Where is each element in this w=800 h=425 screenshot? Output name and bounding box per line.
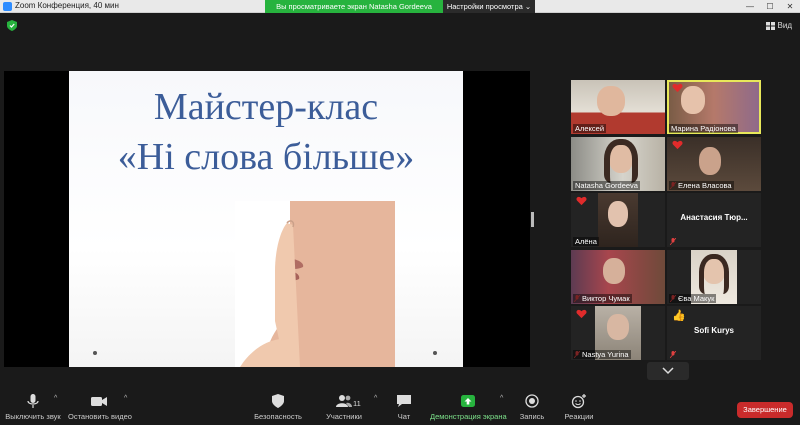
participants-count: 11 [353, 399, 361, 408]
participant-name: Виктор Чумак [573, 294, 632, 303]
video-options-caret[interactable]: ^ [124, 395, 127, 402]
maximize-button[interactable]: ☐ [760, 0, 780, 13]
smiley-plus-icon [571, 394, 586, 409]
viewing-screen-label: Вы просматриваете экран Natasha Gordeeva [265, 0, 443, 13]
gallery-view-toggle[interactable]: Вид [765, 21, 792, 30]
reactions-button[interactable]: Реакции [563, 387, 595, 425]
thumbs-up-reaction-icon: 👍 [672, 310, 686, 322]
participant-face [603, 258, 625, 284]
participant-tile[interactable]: Natasha Gordeeva [571, 137, 665, 191]
chat-label: Чат [397, 412, 411, 421]
participant-tile[interactable]: Алексей [571, 80, 665, 134]
mute-button[interactable]: Выключить звук [4, 387, 62, 425]
record-label: Запись [519, 412, 545, 421]
shield-icon [272, 394, 284, 408]
participant-name-center: Анастасия Тюр... [680, 213, 748, 222]
participants-label: Участники [326, 412, 362, 421]
microphone-icon [27, 394, 39, 408]
mute-label: Выключить звук [5, 412, 61, 421]
reactions-label: Реакции [564, 412, 594, 421]
heart-reaction-icon [672, 140, 683, 150]
window-title: Zoom Конференция, 40 мин [15, 1, 119, 10]
slide-title-line1: Майстер-клас [153, 86, 379, 128]
window-controls: — ☐ ✕ [740, 0, 800, 13]
slide-dot-left [93, 351, 97, 355]
participant-name-center: Sofi Kurys [693, 326, 734, 335]
share-screen-button[interactable]: Демонстрация экрана [430, 387, 507, 425]
shush-face-image [235, 201, 395, 367]
next-page-button[interactable] [647, 362, 689, 380]
participant-face [597, 86, 625, 116]
view-options-button[interactable]: Настройки просмотра ⌄ [443, 0, 535, 13]
share-options-caret[interactable]: ^ [500, 395, 503, 402]
grid-icon [765, 21, 775, 30]
participant-tile[interactable]: Виктор Чумак [571, 250, 665, 304]
participant-name: Єва Макук [669, 294, 717, 303]
encryption-shield-icon[interactable] [7, 20, 17, 31]
participant-tile-video-off[interactable]: Анастасия Тюр... [667, 193, 761, 247]
participant-name: Nastya Yurina [573, 350, 631, 359]
video-camera-icon [91, 397, 107, 406]
security-button[interactable]: Безопасность [252, 387, 304, 425]
share-screen-label: Демонстрация экрана [430, 412, 507, 421]
participant-tile[interactable]: Алёна [571, 193, 665, 247]
minimize-button[interactable]: — [740, 0, 760, 13]
presentation-slide: Майстер-клас «Ні слова більше» [69, 71, 463, 367]
participant-name: Алексей [573, 124, 607, 133]
record-icon [525, 394, 539, 408]
stop-video-label: Остановить видео [68, 412, 132, 421]
participant-face [607, 314, 629, 340]
heart-reaction-icon [576, 196, 587, 206]
chevron-down-icon [662, 367, 674, 375]
participant-tile[interactable]: Єва Макук [667, 250, 761, 304]
heart-reaction-icon [672, 83, 683, 93]
chat-button[interactable]: Чат [392, 387, 416, 425]
participant-tile[interactable]: Nastya Yurina [571, 306, 665, 360]
participant-face [699, 147, 721, 175]
participant-hair [699, 254, 729, 294]
stop-video-button[interactable]: Остановить видео [68, 387, 132, 425]
meeting-toolbar: Выключить звук ^ Остановить видео ^ Безо… [0, 387, 800, 425]
participant-name: Марина Радіонова [669, 124, 738, 133]
slide-title-line2: «Ні слова більше» [117, 136, 415, 178]
mic-muted-icon [670, 351, 676, 358]
mic-muted-icon [670, 238, 676, 245]
people-icon [336, 395, 352, 407]
zoom-window: Zoom Конференция, 40 мин — ☐ ✕ Вы просма… [0, 0, 800, 425]
participant-name: Елена Власова [669, 181, 734, 190]
heart-reaction-icon [576, 309, 587, 319]
record-button[interactable]: Запись [516, 387, 548, 425]
participant-tile-active-speaker[interactable]: Марина Радіонова [667, 80, 761, 134]
gallery-view-label: Вид [777, 21, 792, 30]
close-button[interactable]: ✕ [780, 0, 800, 13]
participant-face [608, 201, 628, 227]
participant-hair [604, 139, 638, 183]
participant-tile[interactable]: Елена Власова [667, 137, 761, 191]
participant-name: Алёна [573, 237, 599, 246]
participant-face [681, 86, 705, 114]
security-label: Безопасность [254, 412, 302, 421]
participant-name: Natasha Gordeeva [573, 181, 640, 190]
share-screen-icon [461, 395, 475, 407]
share-banner: Вы просматриваете экран Natasha Gordeeva… [265, 0, 535, 13]
participants-options-caret[interactable]: ^ [374, 395, 377, 402]
panel-resize-handle[interactable] [531, 212, 534, 227]
slide-dot-right [433, 351, 437, 355]
participant-tile-video-off[interactable]: 👍 Sofi Kurys [667, 306, 761, 360]
chat-bubble-icon [397, 395, 411, 407]
zoom-app-icon [3, 2, 12, 11]
audio-options-caret[interactable]: ^ [54, 395, 57, 402]
end-meeting-button[interactable]: Завершение [737, 402, 793, 418]
